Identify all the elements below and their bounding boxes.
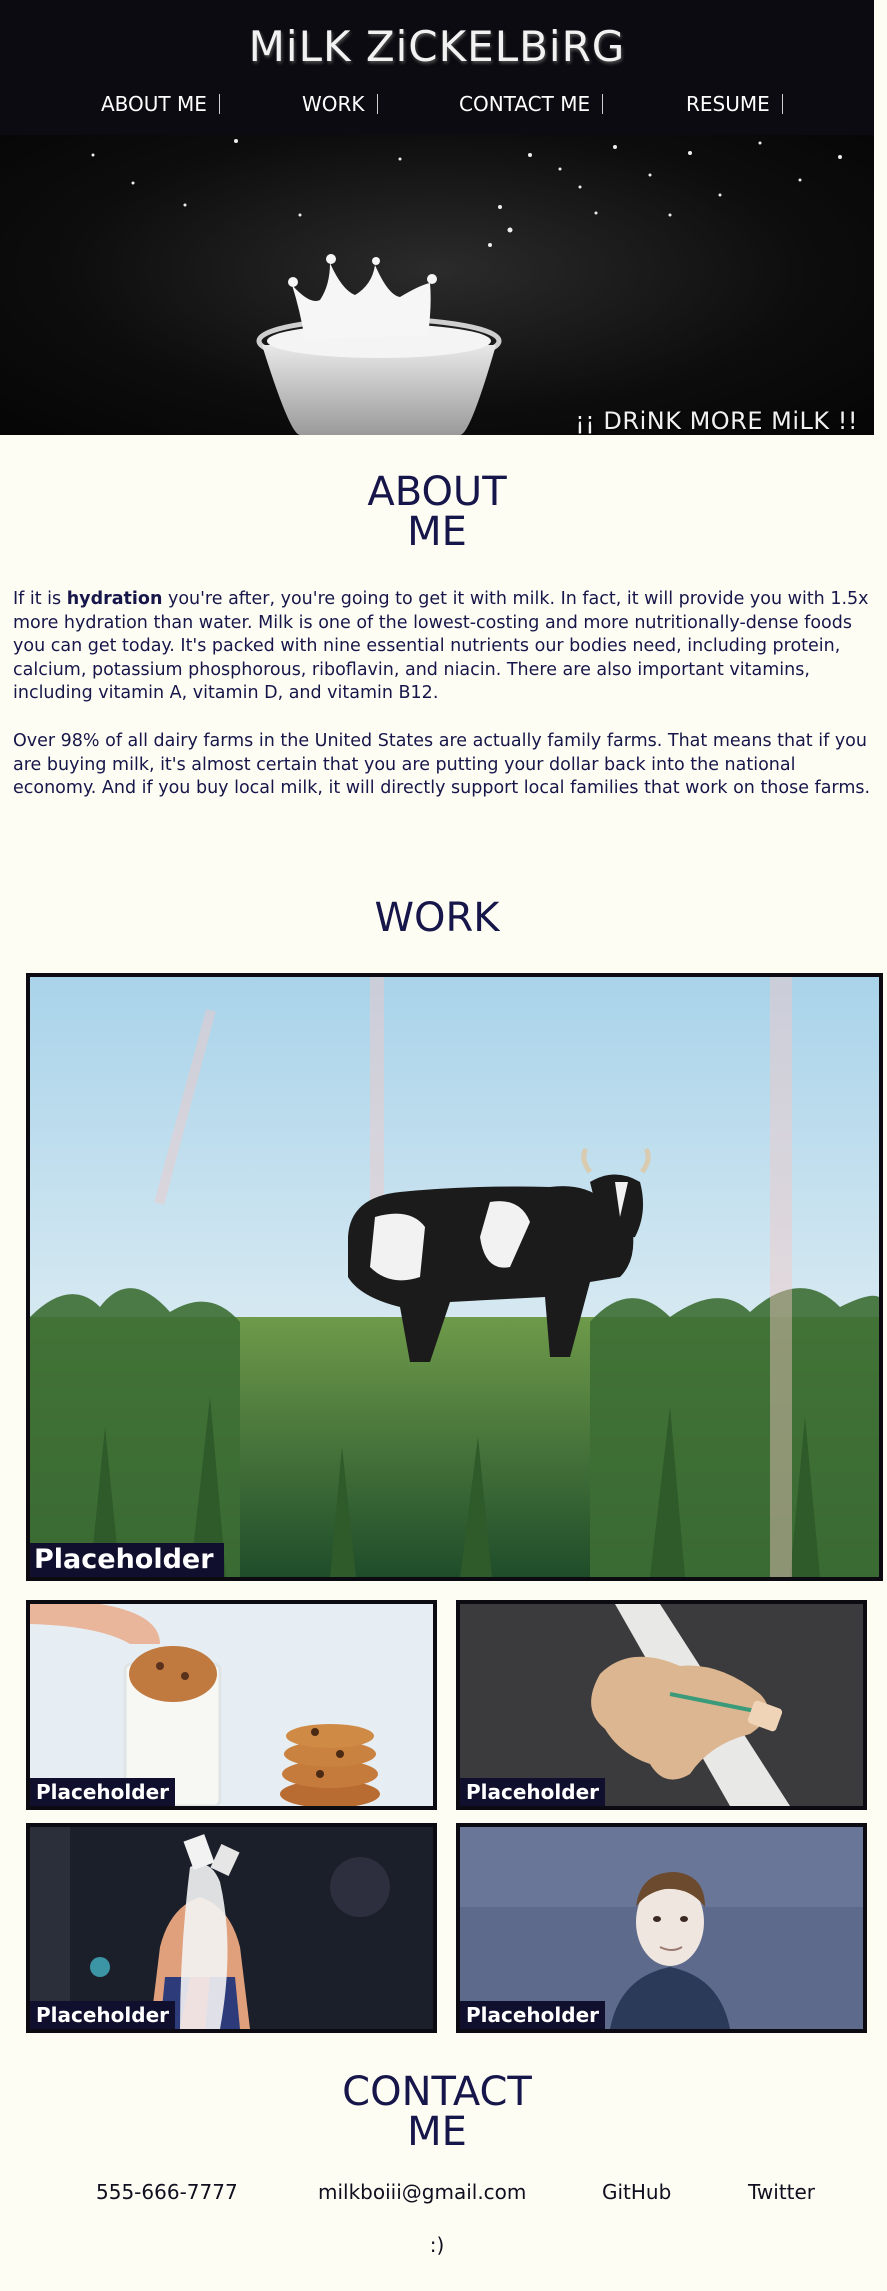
about-paragraph-1: If it is hydration you're after, you're …	[13, 588, 875, 706]
hero-banner: ¡¡ DRiNK MORE MiLK !!	[0, 135, 874, 435]
cow-in-field-photo	[30, 977, 879, 1577]
about-heading-line2: ME	[407, 509, 467, 555]
work-heading: WORK	[374, 895, 500, 941]
about-p1-emphasis: hydration	[66, 589, 163, 609]
nav-item-contact-me[interactable]: CONTACT ME	[459, 92, 604, 116]
milky-face-portrait-photo	[460, 1827, 863, 2029]
hero-caption: ¡¡ DRiNK MORE MiLK !!	[575, 407, 858, 435]
nav-item-label: CONTACT ME	[459, 92, 591, 116]
work-item-spill[interactable]: Placeholder	[456, 1600, 867, 1810]
nav-item-resume[interactable]: RESUME	[686, 92, 783, 116]
nav-divider	[781, 94, 783, 114]
contact-phone[interactable]: 555-666-7777	[96, 2180, 238, 2204]
nav-item-label: WORK	[302, 92, 365, 116]
contact-heading: CONTACT ME	[0, 2072, 874, 2152]
about-heading: ABOUT ME	[0, 472, 874, 552]
milk-splash-image	[91, 139, 842, 435]
work-item-label: Placeholder	[460, 1778, 606, 1806]
site-title: MiLK ZiCKELBiRG	[248, 22, 626, 71]
nav-item-label: ABOUT ME	[101, 92, 207, 116]
work-item-label: Placeholder	[30, 1543, 224, 1577]
contact-twitter-link[interactable]: Twitter	[748, 2180, 815, 2204]
site-header: MiLK ZiCKELBiRG ABOUT ME WORK CONTACT ME…	[0, 0, 874, 135]
main-nav: ABOUT ME WORK CONTACT ME RESUME	[0, 92, 874, 122]
nav-item-work[interactable]: WORK	[302, 92, 378, 116]
nav-divider	[376, 94, 378, 114]
work-item-portrait[interactable]: Placeholder	[456, 1823, 867, 2033]
work-item-cookie[interactable]: Placeholder	[26, 1600, 437, 1810]
spilled-milkshake-photo	[460, 1604, 863, 1806]
about-paragraph-2: Over 98% of all dairy farms in the Unite…	[13, 731, 871, 798]
work-item-label: Placeholder	[30, 2001, 176, 2029]
cookie-in-milk-photo	[30, 1604, 433, 1806]
nav-item-about-me[interactable]: ABOUT ME	[101, 92, 220, 116]
contact-email[interactable]: milkboiii@gmail.com	[318, 2180, 526, 2204]
work-item-label: Placeholder	[30, 1778, 176, 1806]
nav-divider	[218, 94, 220, 114]
contact-heading-line2: ME	[407, 2109, 467, 2155]
nav-divider	[602, 94, 604, 114]
man-pouring-milk-photo	[30, 1827, 433, 2029]
work-item-label: Placeholder	[460, 2001, 606, 2029]
work-item-pour[interactable]: Placeholder	[26, 1823, 437, 2033]
contact-github-link[interactable]: GitHub	[602, 2180, 671, 2204]
about-p1-text: If it is	[13, 589, 67, 609]
work-item-featured[interactable]: Placeholder	[26, 973, 883, 1581]
footer-smiley: :)	[429, 2233, 445, 2257]
nav-item-label: RESUME	[686, 92, 770, 116]
